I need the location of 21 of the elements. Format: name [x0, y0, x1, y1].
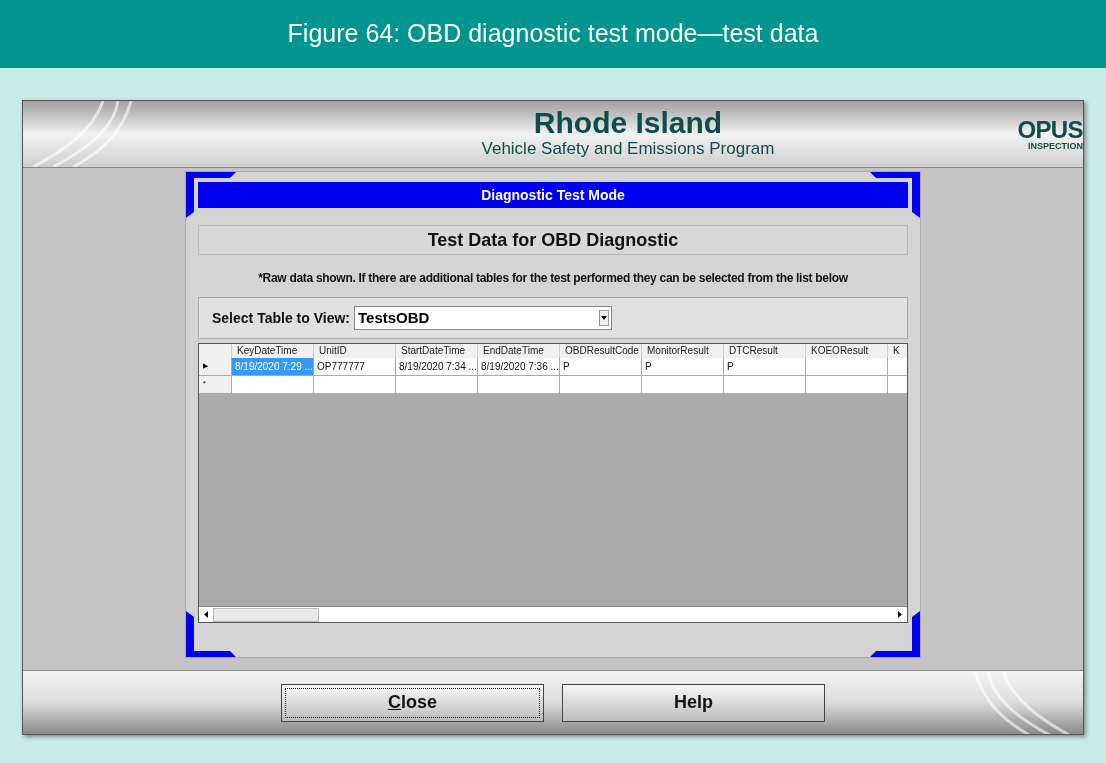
table-cell[interactable]: OP777777: [314, 358, 396, 375]
app-title: Rhode Island: [533, 108, 723, 139]
dialog-button[interactable]: Help: [562, 683, 825, 722]
scroll-left-icon: [204, 611, 208, 618]
horizontal-scrollbar[interactable]: [199, 606, 907, 622]
table-cell[interactable]: P: [560, 358, 642, 375]
scrollbar-thumb[interactable]: [213, 607, 319, 622]
table-dropdown[interactable]: TestsOBD: [354, 306, 612, 330]
figure-title: Figure 64: OBD diagnostic test mode—test data: [0, 0, 1106, 68]
table-cell[interactable]: 8/19/2020 7:36 ...: [478, 358, 560, 375]
info-note: *Raw data shown. If there are additional tables for the test performed they can be selected from the list below: [257, 270, 849, 287]
table-cell[interactable]: P: [724, 358, 806, 375]
logo-subtitle: INSPECTION: [1028, 141, 1083, 151]
logo-text: OPUS: [1017, 117, 1083, 142]
dialog-heading: Test Data for OBD Diagnostic: [198, 225, 908, 255]
dialog-button[interactable]: Close: [281, 683, 544, 722]
table-cell[interactable]: P: [642, 358, 724, 375]
select-label: Select Table to View:: [212, 308, 350, 328]
app-subtitle: Vehicle Safety and Emissions Program: [481, 138, 775, 160]
table-cell[interactable]: 8/19/2020 7:34 ...: [396, 358, 478, 375]
scroll-right-icon: [898, 611, 902, 618]
